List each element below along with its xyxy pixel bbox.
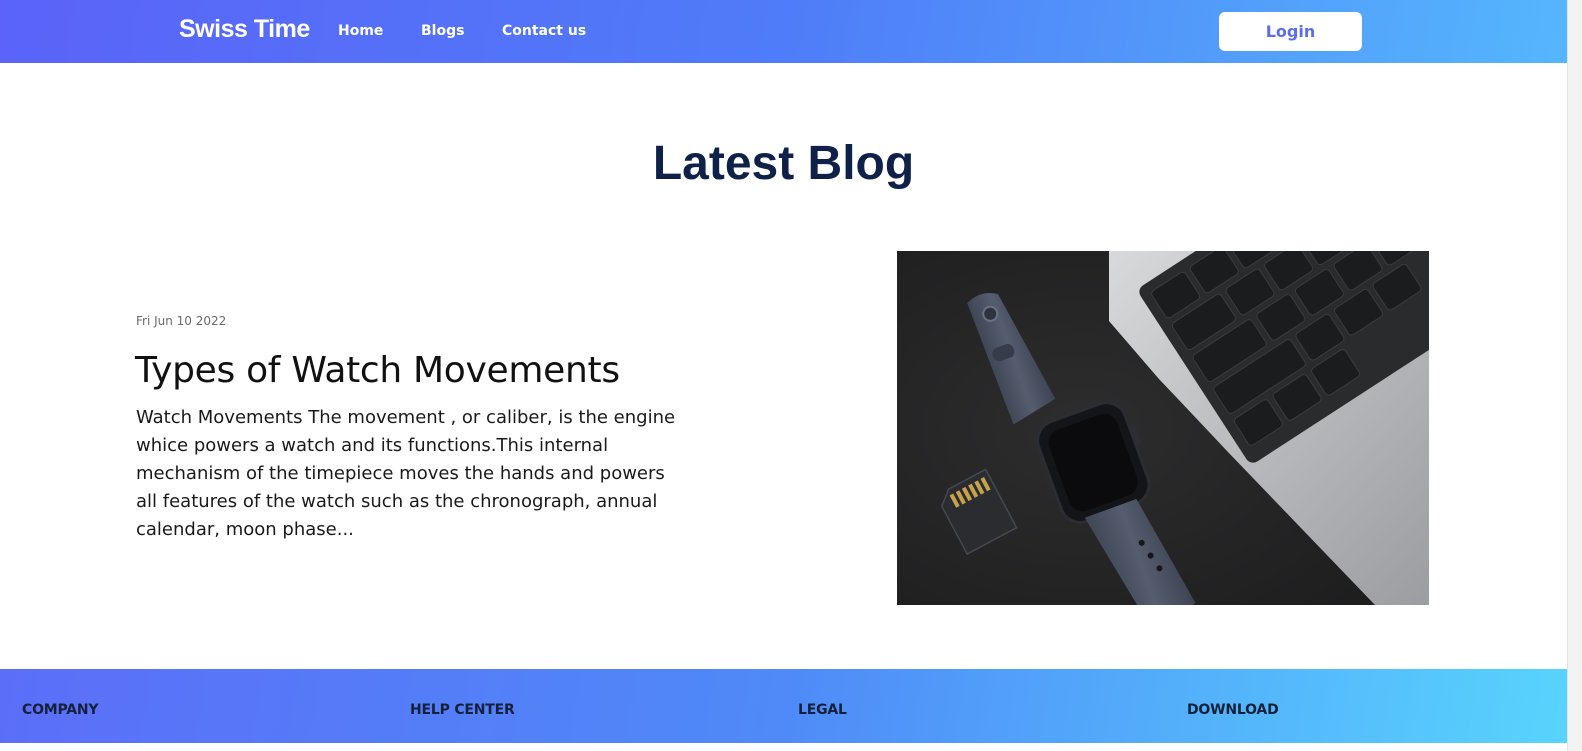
login-button[interactable]: Login: [1219, 12, 1362, 51]
footer-bottom-edge: [0, 743, 1567, 751]
top-navbar: Swiss Time Home Blogs Contact us Login: [0, 0, 1567, 63]
footer-heading-download: DOWNLOAD: [1187, 702, 1279, 718]
post-image[interactable]: [897, 251, 1429, 605]
page: Swiss Time Home Blogs Contact us Login L…: [0, 0, 1582, 751]
footer-heading-company: COMPANY: [22, 702, 99, 718]
post-date: Fri Jun 10 2022: [136, 314, 227, 328]
post-title[interactable]: Types of Watch Movements: [135, 350, 695, 391]
post-excerpt: Watch Movements The movement , or calibe…: [136, 407, 676, 540]
section-title: Latest Blog: [652, 137, 915, 190]
footer-heading-help-center: HELP CENTER: [410, 702, 515, 718]
nav-link-contact[interactable]: Contact us: [502, 23, 586, 39]
nav-link-home[interactable]: Home: [338, 23, 383, 39]
smartwatch-laptop-photo: [897, 251, 1429, 605]
brand-logo[interactable]: Swiss Time: [179, 15, 310, 44]
vertical-scrollbar[interactable]: [1567, 0, 1582, 751]
footer-heading-legal: LEGAL: [798, 702, 847, 718]
footer: COMPANY HELP CENTER LEGAL DOWNLOAD: [0, 669, 1567, 743]
nav-link-blogs[interactable]: Blogs: [421, 23, 464, 39]
